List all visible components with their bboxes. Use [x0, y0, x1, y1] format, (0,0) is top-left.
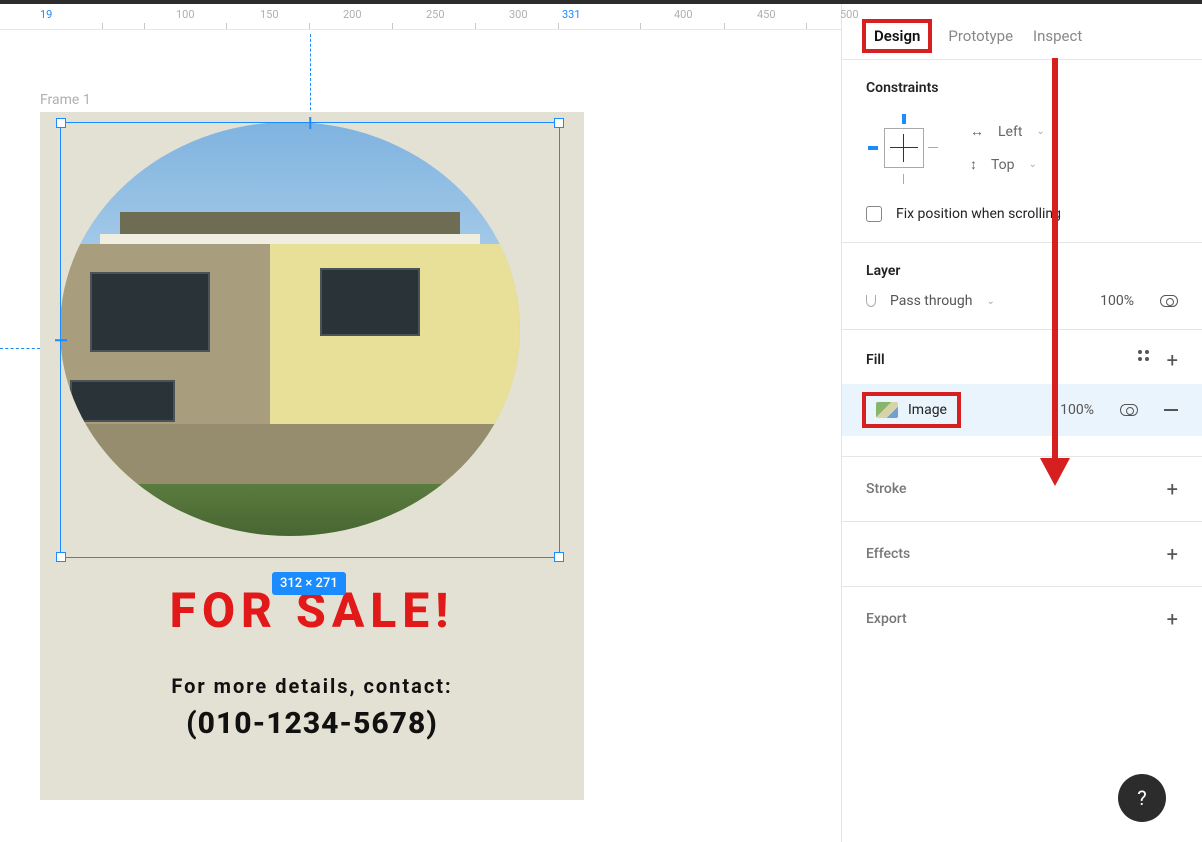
- resize-handle-bl[interactable]: [56, 552, 66, 562]
- resize-handle-tr[interactable]: [554, 118, 564, 128]
- help-button[interactable]: ?: [1118, 774, 1166, 822]
- export-section[interactable]: Export +: [842, 587, 1202, 651]
- ruler-tick: 300: [509, 8, 528, 21]
- horizontal-ruler: 19100150200250300331400450500: [0, 4, 841, 30]
- ruler-tick: 100: [176, 8, 195, 21]
- ruler-minor-tick: [309, 23, 310, 29]
- fill-title: Fill: [866, 352, 885, 368]
- ruler-tick: 19: [40, 8, 52, 21]
- ruler-tick: 450: [757, 8, 776, 21]
- resize-handle-left[interactable]: [55, 339, 67, 341]
- add-stroke-button[interactable]: +: [1167, 479, 1178, 499]
- layer-title: Layer: [866, 263, 1178, 279]
- effects-section[interactable]: Effects +: [842, 522, 1202, 587]
- selection-box[interactable]: [60, 122, 560, 558]
- remove-fill-button[interactable]: [1164, 409, 1178, 411]
- constraint-horizontal-select[interactable]: ↔ Left ⌄: [970, 123, 1045, 140]
- style-icon[interactable]: [1138, 350, 1149, 370]
- fill-swatch[interactable]: [876, 402, 898, 418]
- layer-section: Layer Pass through ⌄ 100%: [842, 243, 1202, 330]
- ruler-minor-tick: [144, 23, 145, 29]
- right-sidebar: Design Prototype Inspect Constraints: [841, 4, 1202, 842]
- blend-mode-select[interactable]: Pass through ⌄: [866, 293, 995, 309]
- arrow-vertical-icon: ↕: [970, 156, 977, 173]
- ruler-tick: 250: [426, 8, 445, 21]
- flyer-phone[interactable]: (010-1234-5678): [40, 706, 584, 741]
- help-icon: ?: [1137, 786, 1146, 810]
- chevron-down-icon: ⌄: [986, 296, 994, 307]
- ruler-minor-tick: [806, 23, 807, 29]
- ruler-minor-tick: [226, 23, 227, 29]
- visibility-icon[interactable]: [1160, 295, 1178, 307]
- tab-inspect[interactable]: Inspect: [1023, 19, 1092, 53]
- guide-horizontal: [0, 348, 40, 349]
- fix-position-checkbox[interactable]: [866, 206, 882, 222]
- ruler-tick: 331: [562, 8, 581, 21]
- fill-opacity-value[interactable]: 100%: [1060, 402, 1094, 418]
- annotation-arrow: [1052, 58, 1058, 468]
- droplet-icon: [866, 295, 876, 307]
- ruler-minor-tick: [392, 23, 393, 29]
- ruler-minor-tick: [475, 23, 476, 29]
- constraint-vertical-value: Top: [991, 157, 1015, 173]
- ruler-minor-tick: [724, 23, 725, 29]
- stroke-section[interactable]: Stroke +: [842, 457, 1202, 522]
- chevron-down-icon: ⌄: [1029, 159, 1037, 170]
- ruler-tick: 150: [260, 8, 279, 21]
- ruler-minor-tick: [102, 23, 103, 29]
- add-fill-button[interactable]: +: [1167, 350, 1178, 370]
- add-effect-button[interactable]: +: [1167, 544, 1178, 564]
- fill-row-image[interactable]: Image 100%: [842, 384, 1202, 436]
- ruler-minor-tick: [640, 23, 641, 29]
- selection-dimensions-badge: 312 × 271: [272, 572, 346, 595]
- fill-visibility-icon[interactable]: [1120, 404, 1138, 416]
- chevron-down-icon: ⌄: [1036, 126, 1044, 137]
- layer-opacity-value[interactable]: 100%: [1100, 293, 1134, 309]
- resize-handle-br[interactable]: [554, 552, 564, 562]
- flyer-contact-label[interactable]: For more details, contact:: [40, 674, 584, 698]
- stroke-title: Stroke: [866, 481, 907, 497]
- fill-section: Fill + Image 100%: [842, 330, 1202, 457]
- resize-handle-tl[interactable]: [56, 118, 66, 128]
- frame-name-label[interactable]: Frame 1: [40, 92, 91, 108]
- canvas-area[interactable]: 19100150200250300331400450500 Frame 1 FO…: [0, 4, 841, 842]
- effects-title: Effects: [866, 546, 910, 562]
- arrow-horizontal-icon: ↔: [970, 123, 984, 140]
- ruler-tick: 400: [674, 8, 693, 21]
- tab-design[interactable]: Design: [862, 19, 932, 53]
- constraints-section: Constraints ↔ Left ⌄: [842, 60, 1202, 243]
- constraint-vertical-select[interactable]: ↕ Top ⌄: [970, 156, 1045, 173]
- add-export-button[interactable]: +: [1167, 609, 1178, 629]
- tab-prototype[interactable]: Prototype: [938, 19, 1023, 53]
- fill-type-label: Image: [908, 402, 947, 418]
- fix-position-label: Fix position when scrolling: [896, 206, 1061, 222]
- fix-position-row[interactable]: Fix position when scrolling: [866, 206, 1178, 222]
- sidebar-tabs: Design Prototype Inspect: [842, 4, 1202, 60]
- ruler-minor-tick: [558, 23, 559, 29]
- constraints-widget[interactable]: [866, 110, 942, 186]
- annotation-arrow-head: [1040, 458, 1070, 486]
- constraint-horizontal-value: Left: [998, 124, 1022, 140]
- guide-vertical: [310, 34, 311, 120]
- blend-mode-value: Pass through: [890, 293, 972, 309]
- ruler-tick: 200: [343, 8, 362, 21]
- resize-handle-top[interactable]: [309, 117, 311, 129]
- ruler-tick: 500: [840, 8, 859, 21]
- export-title: Export: [866, 611, 907, 627]
- constraints-title: Constraints: [866, 80, 1178, 96]
